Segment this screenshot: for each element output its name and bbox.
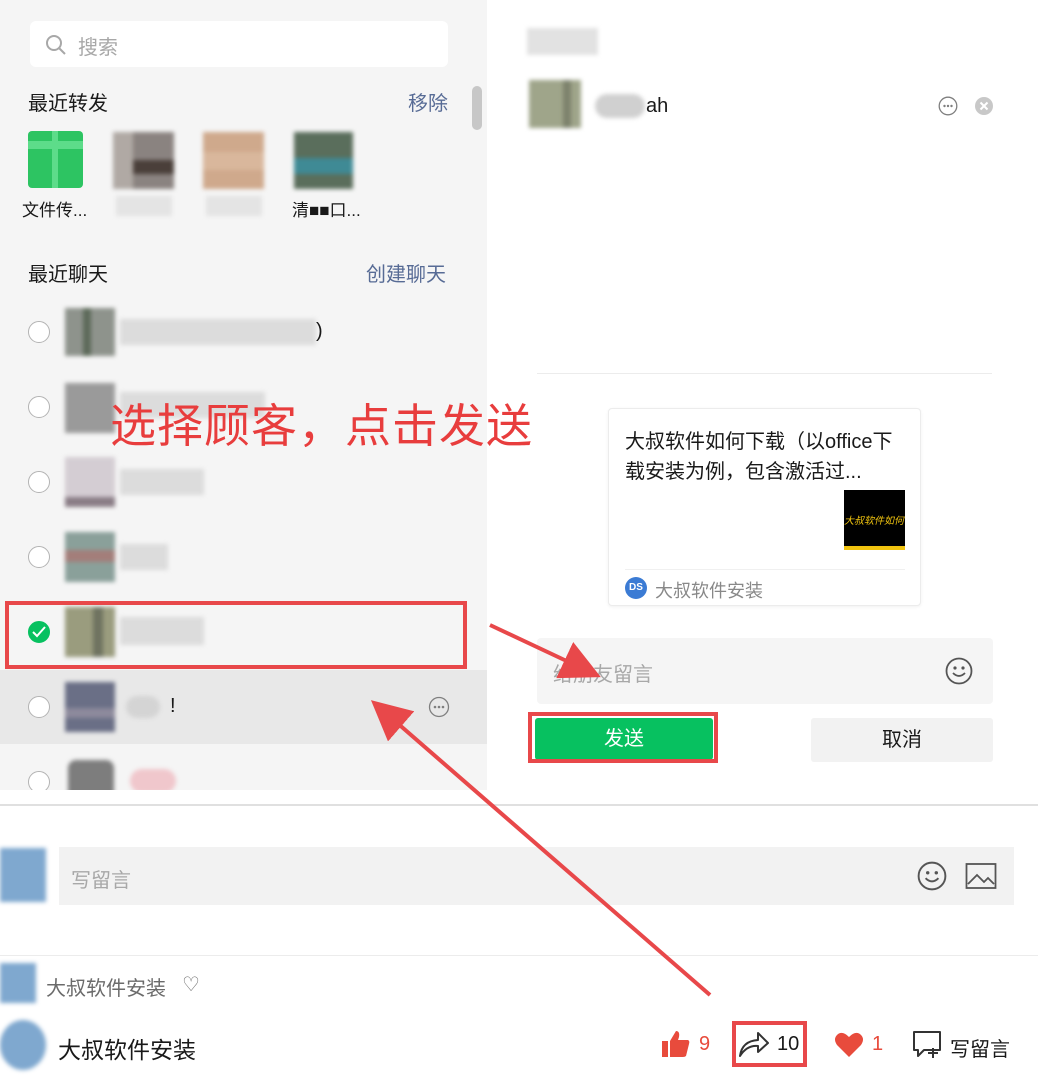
search-placeholder: 搜索 (78, 37, 118, 59)
author-name: 大叔软件安装 (46, 978, 166, 1000)
more-options-icon[interactable] (938, 96, 958, 116)
contact-avatar (65, 457, 115, 507)
contact-avatar (65, 383, 115, 433)
annotation-text: 选择顾客，点击发送 (110, 400, 533, 452)
remove-contact-icon[interactable] (974, 96, 994, 116)
contact-name-suffix: ! (170, 695, 176, 717)
divider (537, 373, 992, 374)
account-avatar (0, 1020, 46, 1070)
account-name: 大叔软件安装 (58, 1037, 196, 1063)
contact-avatar (65, 532, 115, 582)
annotation-box-send-button (528, 712, 718, 763)
contact-name-obscured (120, 319, 316, 345)
source-logo: DS (625, 577, 647, 599)
recent-forward-label-obscured (116, 196, 172, 216)
recent-forward-label-obscured (206, 196, 262, 216)
select-radio[interactable] (28, 396, 50, 418)
select-radio[interactable] (28, 696, 50, 718)
contact-name-obscured (126, 696, 160, 718)
image-icon[interactable] (965, 862, 997, 890)
card-divider (625, 569, 905, 570)
select-radio[interactable] (28, 546, 50, 568)
remove-link[interactable]: 移除 (408, 87, 448, 116)
commenter-avatar (0, 848, 46, 902)
contact-avatar (65, 308, 115, 356)
contact-avatar (65, 682, 115, 732)
contact-avatar (68, 760, 114, 790)
message-placeholder: 给朋友留言 (553, 664, 653, 686)
annotation-box-share-button (732, 1021, 807, 1067)
emoji-icon[interactable] (917, 861, 947, 891)
chat-row[interactable] (0, 445, 487, 519)
create-chat-link[interactable]: 创建聊天 (366, 258, 446, 287)
heart-outline-icon[interactable]: ♡ (182, 972, 200, 997)
write-comment-label[interactable]: 写留言 (950, 1033, 1010, 1062)
recent-forward-avatar[interactable] (113, 132, 174, 189)
article-title: 大叔软件如何下载（以office下载安装为例，包含激活过... (625, 431, 893, 483)
contact-name-obscured (120, 469, 204, 495)
recent-forward-label: 清■■口... (292, 201, 361, 220)
recent-forward-avatar[interactable] (203, 132, 264, 189)
select-radio[interactable] (28, 471, 50, 493)
scrollbar[interactable] (472, 86, 482, 130)
article-source: 大叔软件安装 (655, 581, 763, 601)
comment-icon[interactable] (912, 1030, 944, 1060)
comment-input[interactable]: 写留言 (59, 847, 1014, 905)
search-icon (46, 35, 66, 55)
selected-contact-avatar (529, 80, 581, 128)
thumbnail-text: 大叔软件如何下载 (844, 516, 905, 527)
favorite-count: 1 (872, 1033, 884, 1055)
contact-name-obscured (120, 544, 168, 570)
contact-name-obscured (130, 769, 176, 790)
shared-article-card: 大叔软件如何下载（以office下载安装为例，包含激活过... 大叔软件如何下载… (608, 408, 921, 606)
author-avatar (0, 963, 36, 1003)
chat-row[interactable]: ) (0, 295, 487, 369)
heart-icon[interactable] (834, 1030, 864, 1058)
selected-contact-name-suffix: ah (646, 95, 669, 117)
divider (0, 955, 1038, 956)
emoji-icon[interactable] (945, 657, 973, 685)
recent-forward-avatar[interactable] (294, 132, 353, 189)
article-thumbnail: 大叔软件如何下载 (844, 490, 905, 550)
contact-name-suffix: ) (316, 320, 323, 342)
selected-contact-name-obscured (595, 94, 645, 118)
more-options-icon[interactable] (428, 696, 450, 718)
comment-placeholder: 写留言 (71, 870, 131, 892)
dialog-heading-obscured (527, 28, 598, 55)
dialog-shadow (0, 804, 1038, 806)
search-input[interactable]: 搜索 (30, 21, 448, 67)
thumbs-up-icon[interactable] (661, 1029, 691, 1059)
chat-row[interactable] (0, 745, 487, 790)
recent-forward-label: 文件传... (22, 201, 88, 220)
file-transfer-avatar[interactable] (28, 131, 83, 188)
select-radio[interactable] (28, 771, 50, 790)
cancel-button[interactable]: 取消 (811, 718, 993, 762)
chat-row[interactable]: ! (0, 670, 487, 744)
like-count: 9 (699, 1033, 711, 1055)
select-radio[interactable] (28, 321, 50, 343)
recent-chats-title: 最近聊天 (28, 264, 108, 286)
annotation-box-selected-contact (5, 601, 467, 669)
recent-forward-title: 最近转发 (28, 93, 108, 115)
chat-row[interactable] (0, 520, 487, 594)
message-input[interactable]: 给朋友留言 (537, 638, 993, 704)
